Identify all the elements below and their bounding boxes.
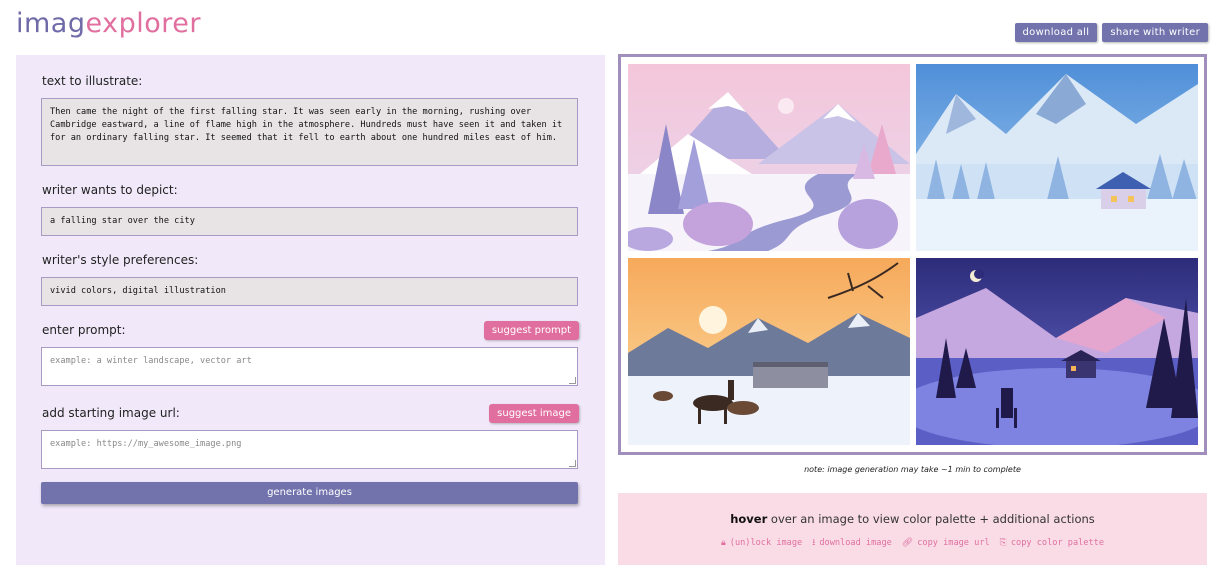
image-actions: 🔒︎ (un)lock image ⭳ download image 🔗︎ co… [618, 535, 1207, 551]
hover-rest-text: over an image to view color palette + ad… [767, 512, 1095, 526]
resize-handle[interactable] [569, 377, 576, 384]
image-url-label: add starting image url: [42, 406, 180, 420]
logo-text-part1: imag [16, 8, 86, 39]
form-panel: text to illustrate: Then came the night … [16, 55, 605, 565]
sunset-deer-illustration [628, 258, 910, 445]
depict-field: a falling star over the city [41, 207, 578, 236]
suggest-prompt-button[interactable]: suggest prompt [483, 321, 579, 340]
text-to-illustrate-label: text to illustrate: [42, 74, 143, 88]
app-logo: imagexplorer [16, 8, 201, 39]
prompt-label: enter prompt: [42, 323, 126, 337]
suggest-image-button[interactable]: suggest image [489, 404, 579, 423]
hover-bold-text: hover [730, 512, 768, 526]
download-all-button[interactable]: download all [1014, 23, 1098, 42]
text-to-illustrate-field: Then came the night of the first falling… [41, 98, 578, 166]
night-deer-illustration [916, 258, 1198, 445]
download-image-label: download image [819, 538, 892, 548]
hover-info-panel: hover over an image to view color palett… [618, 493, 1207, 565]
copy-image-url-action[interactable]: 🔗︎ copy image url [902, 535, 990, 551]
depict-label: writer wants to depict: [42, 183, 178, 197]
winter-blue-illustration [916, 64, 1198, 251]
generated-image-3[interactable] [628, 258, 910, 445]
copy-color-palette-action[interactable]: ⎘ copy color palette [1000, 535, 1104, 551]
top-actions: download all share with writer [1014, 23, 1208, 42]
generation-note: note: image generation may take ~1 min t… [804, 465, 1021, 474]
hover-instructions: hover over an image to view color palett… [618, 512, 1207, 526]
style-label: writer's style preferences: [42, 253, 199, 267]
lock-icon: 🔒︎ [720, 538, 726, 548]
prompt-placeholder: example: a winter landscape, vector art [50, 356, 252, 366]
winter-pink-illustration [628, 64, 910, 251]
style-field: vivid colors, digital illustration [41, 277, 578, 306]
resize-handle[interactable] [569, 460, 576, 467]
link-icon: 🔗︎ [901, 538, 914, 548]
unlock-image-action[interactable]: 🔒︎ (un)lock image [721, 535, 802, 551]
image-url-placeholder: example: https://my_awesome_image.png [50, 439, 242, 449]
image-url-input[interactable]: example: https://my_awesome_image.png [41, 430, 578, 469]
copy-icon: ⎘ [999, 538, 1007, 548]
prompt-input[interactable]: example: a winter landscape, vector art [41, 347, 578, 386]
share-with-writer-button[interactable]: share with writer [1102, 23, 1208, 42]
generate-images-button[interactable]: generate images [41, 482, 578, 504]
generated-image-4[interactable] [916, 258, 1198, 445]
copy-image-url-label: copy image url [917, 538, 990, 548]
generated-image-2[interactable] [916, 64, 1198, 251]
logo-text-part2: explorer [85, 8, 201, 39]
download-image-action[interactable]: ⭳ download image [812, 535, 892, 551]
image-gallery [618, 54, 1207, 455]
copy-color-palette-label: copy color palette [1010, 538, 1105, 548]
download-icon: ⭳ [812, 538, 816, 548]
unlock-image-label: (un)lock image [729, 538, 803, 548]
generated-image-1[interactable] [628, 64, 910, 251]
